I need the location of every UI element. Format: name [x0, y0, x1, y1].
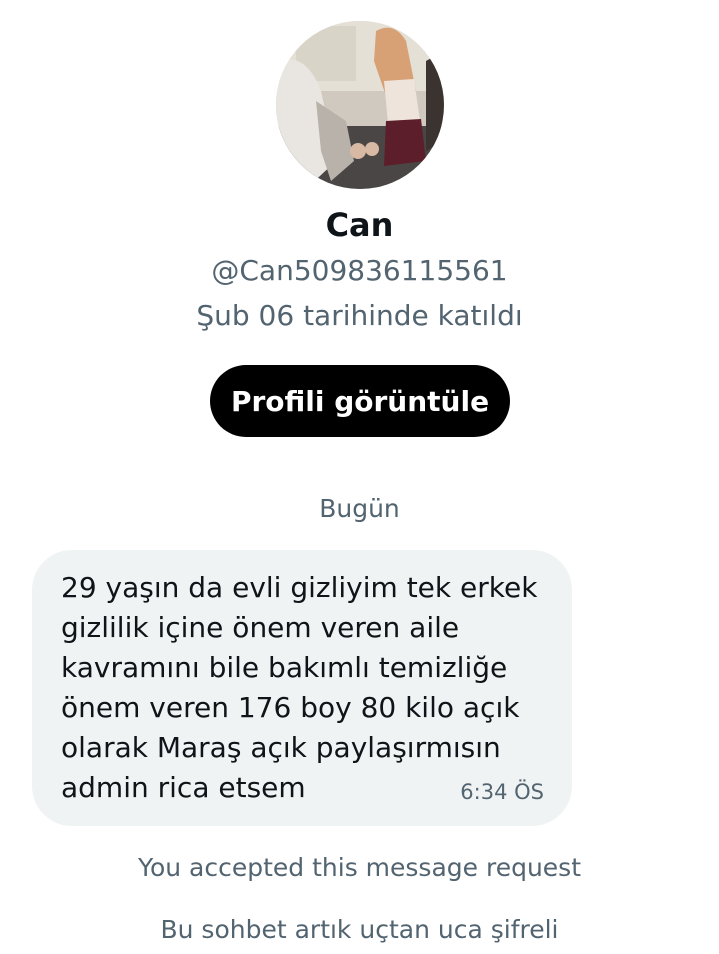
profile-name: Can — [325, 206, 394, 244]
profile-avatar[interactable] — [276, 21, 444, 189]
message-timestamp: 6:34 ÖS — [460, 780, 544, 804]
encryption-notice[interactable]: Bu sohbet artık uçtan uca şifreli — [0, 913, 719, 947]
day-separator: Bugün — [319, 494, 400, 523]
accepted-request-notice: You accepted this message request — [138, 853, 581, 882]
message-text: 29 yaşın da evli gizliyim tek erkek gizl… — [61, 571, 538, 804]
message-bubble[interactable]: 29 yaşın da evli gizliyim tek erkek gizl… — [32, 550, 572, 826]
view-profile-button[interactable]: Profili görüntüle — [210, 365, 510, 437]
profile-handle: @Can509836115561 — [211, 254, 508, 287]
profile-joined-date: Şub 06 tarihinde katıldı — [196, 299, 523, 332]
avatar-photo-icon — [276, 21, 444, 189]
